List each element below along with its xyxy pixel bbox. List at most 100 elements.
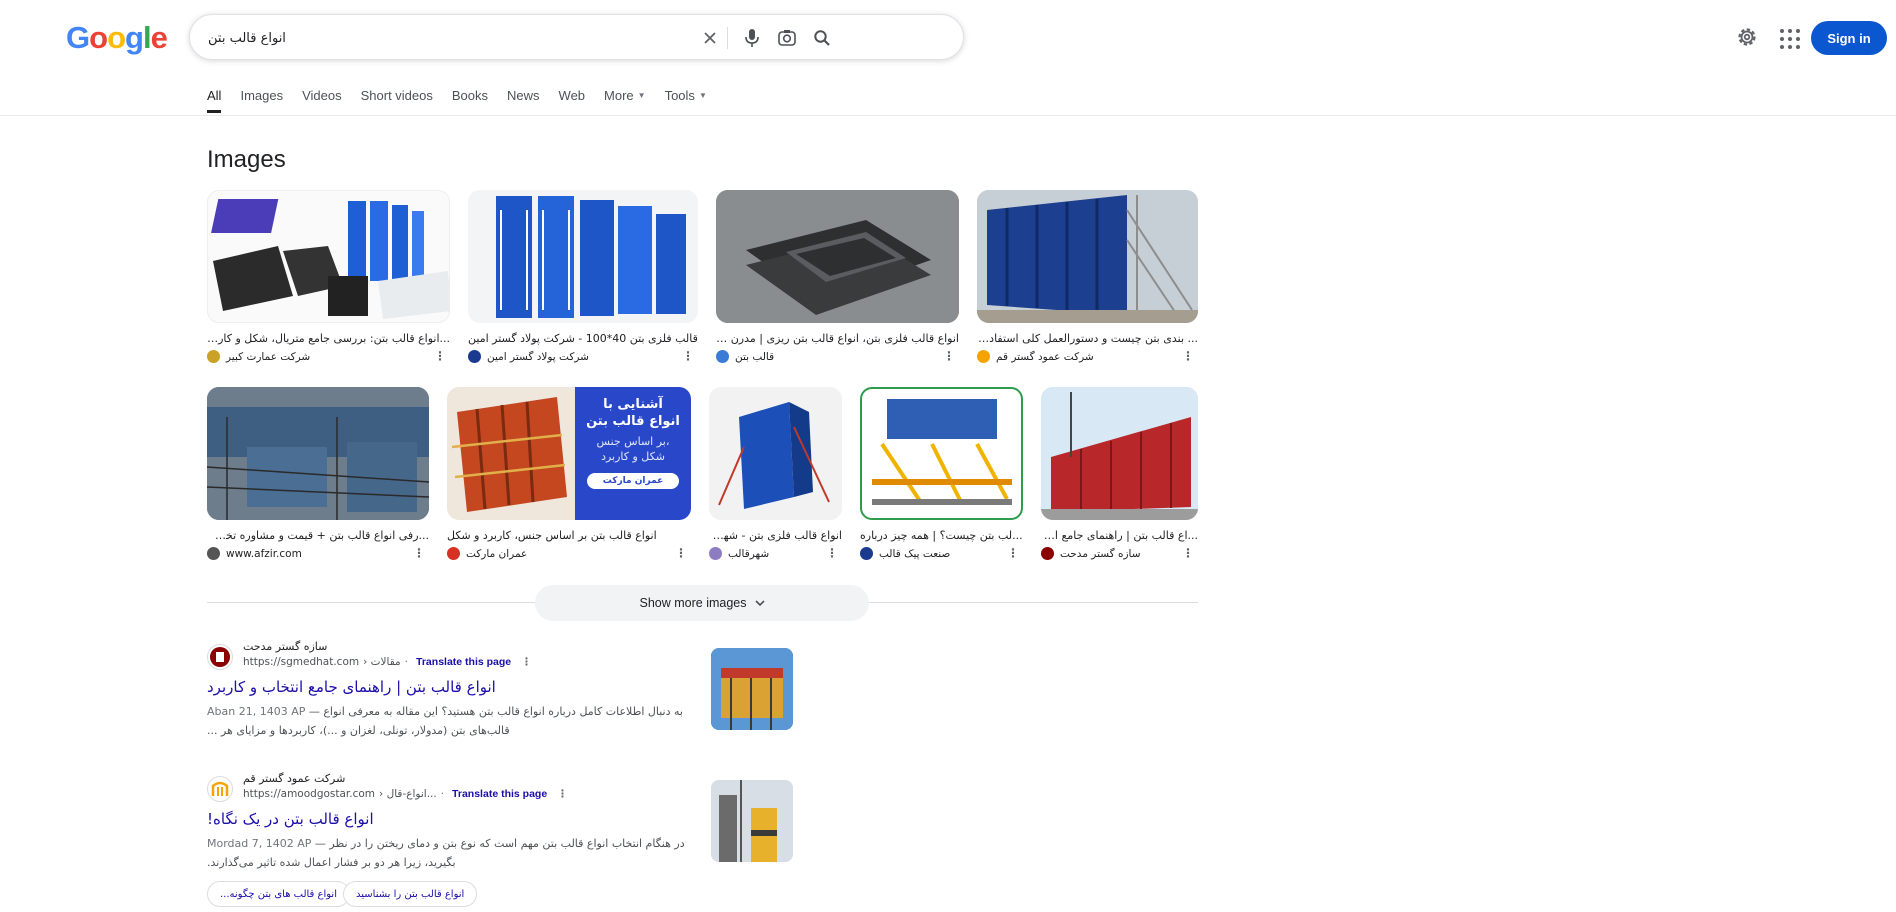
tab-short-videos[interactable]: Short videos (361, 88, 433, 113)
result-date: Aban 21, 1403 AP (207, 705, 306, 718)
tab-more[interactable]: More ▼ (604, 88, 646, 113)
result-thumbnail[interactable] (711, 648, 793, 730)
search-icon[interactable] (810, 26, 834, 50)
promo-brand: عمران مارکت (587, 473, 679, 489)
related-search-chip[interactable]: انواع قالب های بتن چگونه... (207, 881, 350, 907)
image-result-card[interactable]: انواع قالب فلزی بتن، انواع قالب بتن ریزی… (716, 190, 959, 370)
images-heading: Images (207, 146, 286, 173)
image-source[interactable]: قالب بتن (716, 350, 774, 363)
logo-letter: o (107, 20, 126, 55)
tab-images[interactable]: Images (240, 88, 283, 113)
image-thumbnail[interactable] (709, 387, 842, 520)
result-url[interactable]: https://amoodgostar.com (243, 788, 375, 800)
image-thumbnail[interactable] (860, 387, 1023, 520)
more-options-icon[interactable]: ⋮ (434, 350, 446, 362)
image-result-card[interactable]: ...لب بتن چیست؟ | همه چیز درباره صنعت پی… (860, 387, 1023, 567)
more-options-icon[interactable]: ⋮ (826, 547, 838, 559)
more-options-icon[interactable]: ⋮ (521, 656, 532, 668)
image-title[interactable]: ... بندی بتن چیست و دستورالعمل کلی استفا… (977, 332, 1198, 345)
image-source[interactable]: عمران مارکت (447, 547, 527, 560)
image-source[interactable]: شرکت عمود گستر قم (977, 350, 1094, 363)
promo-line: بر اساس جنس، (596, 435, 670, 448)
site-name[interactable]: سازه گستر مدحت (243, 640, 327, 653)
image-thumbnail[interactable] (1041, 387, 1198, 520)
image-thumbnail[interactable] (207, 190, 450, 323)
tab-label: Books (451, 88, 489, 103)
source-favicon (207, 547, 220, 560)
source-name: شرکت عمود گستر قم (996, 350, 1094, 363)
tab-videos[interactable]: Videos (302, 88, 342, 113)
source-name: شرکت عمارت کبیر (226, 350, 311, 363)
image-title[interactable]: ...اع قالب بتن | راهنمای جامع انتخا (1041, 529, 1198, 542)
result-thumbnail[interactable] (711, 780, 793, 862)
image-title[interactable]: انواع قالب فلزی بتن، انواع قالب بتن ریزی… (716, 332, 959, 345)
more-options-icon[interactable]: ⋮ (682, 350, 694, 362)
image-title[interactable]: انواع قالب فلزی بتن - شهرقالب (709, 529, 842, 542)
settings-gear-icon[interactable] (1734, 24, 1760, 50)
chevron-down-icon (754, 599, 765, 606)
tab-books[interactable]: Books (452, 88, 488, 113)
google-logo[interactable]: Google (66, 20, 168, 56)
tab-label: Web (558, 88, 586, 103)
image-result-card[interactable]: انواع قالب فلزی بتن - شهرقالب شهرقالب ⋮ (709, 387, 842, 567)
source-name: سازه گستر مدحت (1060, 547, 1141, 560)
microphone-icon[interactable] (740, 26, 764, 50)
translate-page-link[interactable]: Translate this page (416, 656, 511, 668)
image-result-card[interactable]: ...رفی انواع قالب بتن + قیمت و مشاوره تخ… (207, 387, 429, 567)
search-divider (727, 27, 728, 49)
image-result-card[interactable]: ... بندی بتن چیست و دستورالعمل کلی استفا… (977, 190, 1198, 370)
result-title-link[interactable]: انواع قالب بتن در یک نگاه! (207, 810, 374, 828)
image-thumbnail[interactable] (468, 190, 698, 323)
image-source[interactable]: شرکت پولاد گستر امین (468, 350, 589, 363)
camera-search-icon[interactable] (775, 26, 799, 50)
more-options-icon[interactable]: ⋮ (557, 788, 568, 800)
more-options-icon[interactable]: ⋮ (1182, 350, 1194, 362)
image-title[interactable]: انواع قالب بتن بر اساس جنس، کاربرد و شکل (447, 529, 691, 542)
site-favicon[interactable] (207, 644, 233, 670)
image-result-card[interactable]: قالب فلزی بتن 40*100 - شرکت پولاد گستر ا… (468, 190, 698, 370)
source-name: www.afzir.com (226, 547, 302, 560)
image-result-card[interactable]: ...اع قالب بتن | راهنمای جامع انتخا سازه… (1041, 387, 1198, 567)
site-name[interactable]: شرکت عمود گستر قم (243, 772, 345, 785)
promo-line: شکل و کاربرد (601, 450, 665, 463)
image-title[interactable]: قالب فلزی بتن 40*100 - شرکت پولاد گستر ا… (468, 332, 698, 345)
image-title[interactable]: ...رفی انواع قالب بتن + قیمت و مشاوره تخ… (207, 529, 429, 542)
related-search-chip[interactable]: انواع قالب بتن را بشناسید (343, 881, 478, 907)
image-source[interactable]: سازه گستر مدحت (1041, 547, 1141, 560)
translate-page-link[interactable]: Translate this page (452, 788, 547, 800)
image-result-card[interactable]: ...انواع قالب بتن: بررسی جامع متریال، شک… (207, 190, 450, 370)
image-thumbnail[interactable] (716, 190, 959, 323)
source-name: قالب بتن (735, 350, 775, 363)
tab-web[interactable]: Web (559, 88, 586, 113)
source-favicon (447, 547, 460, 560)
more-options-icon[interactable]: ⋮ (1182, 547, 1194, 559)
image-thumbnail[interactable]: آشنایی با انواع قالب بتن بر اساس جنس، شک… (447, 387, 691, 520)
header-divider (0, 115, 1896, 116)
image-source[interactable]: شهرقالب (709, 547, 769, 560)
image-source[interactable]: شرکت عمارت کبیر (207, 350, 310, 363)
tab-tools[interactable]: Tools ▼ (665, 88, 707, 113)
result-title-link[interactable]: انواع قالب بتن | راهنمای جامع انتخاب و ک… (207, 678, 496, 696)
clear-icon[interactable] (698, 26, 722, 50)
google-apps-icon[interactable] (1775, 24, 1801, 50)
logo-letter: G (66, 20, 90, 55)
more-options-icon[interactable]: ⋮ (943, 350, 955, 362)
image-thumbnail[interactable] (207, 387, 429, 520)
image-result-card[interactable]: آشنایی با انواع قالب بتن بر اساس جنس، شک… (447, 387, 691, 567)
source-favicon (860, 547, 873, 560)
more-options-icon[interactable]: ⋮ (675, 547, 687, 559)
sign-in-button[interactable]: Sign in (1811, 21, 1887, 55)
tab-news[interactable]: News (507, 88, 540, 113)
image-thumbnail[interactable] (977, 190, 1198, 323)
more-options-icon[interactable]: ⋮ (1007, 547, 1019, 559)
image-title[interactable]: ...لب بتن چیست؟ | همه چیز درباره (860, 529, 1023, 542)
logo-letter: g (125, 20, 144, 55)
show-more-images-button[interactable]: Show more images (535, 585, 869, 621)
more-options-icon[interactable]: ⋮ (413, 547, 425, 559)
image-source[interactable]: صنعت پیک قالب (860, 547, 950, 560)
image-source[interactable]: www.afzir.com (207, 547, 302, 560)
tab-all[interactable]: All (207, 88, 222, 113)
result-url[interactable]: https://sgmedhat.com (243, 656, 359, 668)
site-favicon[interactable] (207, 776, 233, 802)
image-title[interactable]: ...انواع قالب بتن: بررسی جامع متریال، شک… (207, 332, 450, 345)
